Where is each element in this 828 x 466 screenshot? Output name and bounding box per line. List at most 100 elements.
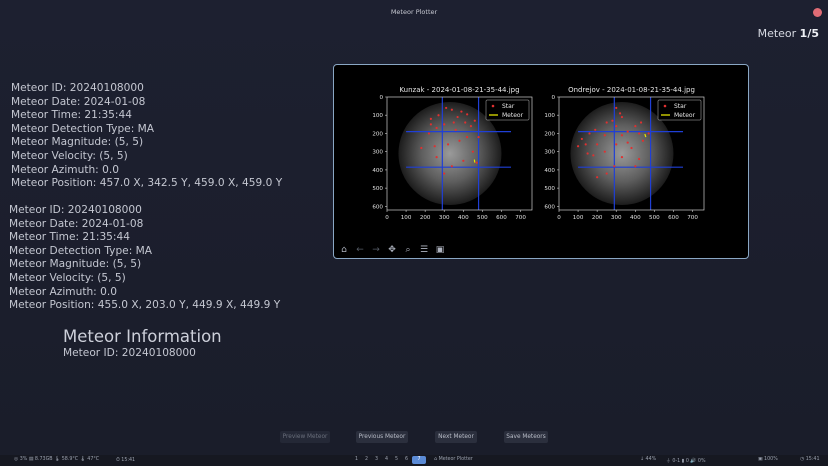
x-tick-label: 600 — [668, 215, 679, 221]
workspace-3[interactable]: 3 — [372, 456, 381, 464]
star-point — [450, 108, 453, 111]
x-tick-label: 200 — [420, 215, 431, 221]
legend-star-label: Star — [502, 103, 515, 110]
meteor-azimuth: Meteor Azimuth: 0.0 — [11, 163, 119, 176]
legend-star-marker — [491, 104, 495, 108]
preview-meteor-button[interactable]: Preview Meteor — [280, 431, 330, 443]
star-point — [466, 135, 469, 139]
configure-icon[interactable]: ☰ — [418, 244, 430, 256]
y-tick-label: 500 — [372, 186, 383, 192]
save-meteors-button[interactable]: Save Meteors — [504, 431, 548, 443]
workspace-6[interactable]: 6 — [402, 456, 411, 464]
meteor-counter-value: 1/5 — [799, 27, 819, 40]
x-tick-label: 0 — [557, 215, 561, 221]
plot-title: Kunzak - 2024-01-08-21-35-44.jpg — [399, 86, 519, 94]
star-point — [620, 134, 624, 137]
y-tick-label: 0 — [379, 95, 383, 101]
forward-icon[interactable]: → — [370, 244, 382, 256]
y-tick-label: 500 — [544, 186, 555, 192]
meteor-time: Meteor Time: 21:35:44 — [11, 109, 132, 122]
workspace-7[interactable]: 7 — [412, 456, 426, 464]
meteor-magnitude: Meteor Magnitude: (5, 5) — [11, 136, 144, 149]
star-point — [475, 161, 478, 164]
y-tick-label: 100 — [544, 113, 555, 119]
meteor-id: Meteor ID: 20240108000 — [11, 82, 144, 94]
star-point — [641, 139, 645, 142]
x-tick-label: 600 — [496, 215, 507, 221]
y-tick-label: 300 — [372, 150, 383, 156]
star-point — [594, 128, 597, 131]
meteor-velocity: Meteor Velocity: (5, 5) — [9, 271, 126, 284]
workspace-2[interactable]: 2 — [362, 456, 371, 464]
title-bar: Meteor Plotter — [0, 0, 828, 26]
star-point — [435, 156, 438, 159]
star-point — [450, 165, 453, 168]
back-icon[interactable]: ← — [354, 244, 366, 256]
x-tick-label: 500 — [477, 215, 488, 221]
star-point — [437, 114, 440, 117]
star-point — [427, 132, 431, 135]
workspace-switcher: 1 2 3 4 5 6 7 — [352, 456, 426, 464]
star-point — [452, 121, 455, 124]
star-point — [473, 119, 476, 122]
star-point — [433, 145, 436, 148]
battery-status: ▣ 100% — [758, 457, 778, 462]
star-point — [603, 150, 606, 153]
star-point — [611, 119, 614, 122]
star-point — [460, 110, 463, 113]
star-point — [462, 159, 465, 162]
zoom-icon[interactable]: ⌕ — [402, 244, 414, 256]
star-point — [618, 112, 622, 115]
workspace-4[interactable]: 4 — [382, 456, 391, 464]
star-point — [615, 125, 618, 128]
pan-icon[interactable]: ✥ — [386, 244, 398, 256]
star-point — [584, 143, 587, 146]
meteor-position: Meteor Position: 455.0 X, 203.0 Y, 449.9… — [9, 299, 281, 312]
y-tick-label: 200 — [544, 131, 555, 137]
workspace-1[interactable]: 1 — [352, 456, 361, 464]
system-stats: ◎ 3% ▤ 8.73GB 🌡 58.9°C 🌡 47°C — [14, 457, 100, 462]
star-point — [603, 134, 606, 137]
workspace-5[interactable]: 5 — [392, 456, 401, 464]
star-point — [592, 154, 595, 157]
close-icon[interactable] — [813, 8, 822, 17]
y-tick-label: 400 — [544, 168, 555, 174]
star-point — [454, 128, 457, 131]
star-point — [420, 146, 423, 150]
star-point — [580, 137, 583, 141]
y-tick-label: 100 — [372, 113, 383, 119]
active-app-label[interactable]: ⌂ Meteor Plotter — [434, 457, 473, 462]
previous-meteor-button[interactable]: Previous Meteor — [356, 431, 408, 443]
tray-status: ⏚ 0-1 ▮ 0 🔊 0% — [666, 459, 706, 464]
star-point — [626, 141, 629, 144]
plot-canvas[interactable]: Kunzak - 2024-01-08-21-35-44.jpg 0 100 200 3… — [334, 65, 748, 243]
meteor-information-heading: Meteor Information — [63, 327, 222, 346]
y-tick-label: 400 — [372, 168, 383, 174]
save-icon[interactable]: ▣ — [434, 244, 446, 256]
meteor-magnitude: Meteor Magnitude: (5, 5) — [9, 258, 142, 271]
meteor-date: Meteor Date: 2024-01-08 — [11, 95, 146, 108]
x-tick-label: 400 — [458, 215, 469, 221]
x-tick-label: 500 — [649, 215, 660, 221]
x-tick-label: 100 — [401, 215, 412, 221]
legend-star-marker — [663, 104, 667, 108]
star-point — [429, 117, 432, 120]
plot-panel: Kunzak - 2024-01-08-21-35-44.jpg 0 100 200 3… — [333, 64, 749, 259]
meteor-detection-type: Meteor Detection Type: MA — [9, 244, 153, 257]
taskbar: ◎ 3% ▤ 8.73GB 🌡 58.9°C 🌡 47°C ⏱ 15:41 1 … — [0, 455, 828, 466]
y-tick-label: 600 — [372, 204, 383, 210]
star-point — [586, 152, 589, 155]
meteor-counter-label: Meteor — [757, 27, 800, 40]
next-meteor-button[interactable]: Next Meteor — [435, 431, 477, 443]
x-tick-label: 700 — [515, 215, 526, 221]
window-title: Meteor Plotter — [390, 8, 438, 16]
star-point — [471, 150, 474, 153]
star-point — [620, 156, 624, 159]
star-point — [615, 106, 618, 110]
plot-toolbar: ⌂ ← → ✥ ⌕ ☰ ▣ — [338, 244, 446, 256]
y-tick-label: 0 — [551, 95, 555, 101]
star-point — [429, 123, 432, 126]
home-icon[interactable]: ⌂ — [338, 244, 350, 256]
detection-info-2: Meteor ID: 20240108000 Meteor Date: 2024… — [9, 204, 280, 313]
star-point — [605, 172, 608, 175]
